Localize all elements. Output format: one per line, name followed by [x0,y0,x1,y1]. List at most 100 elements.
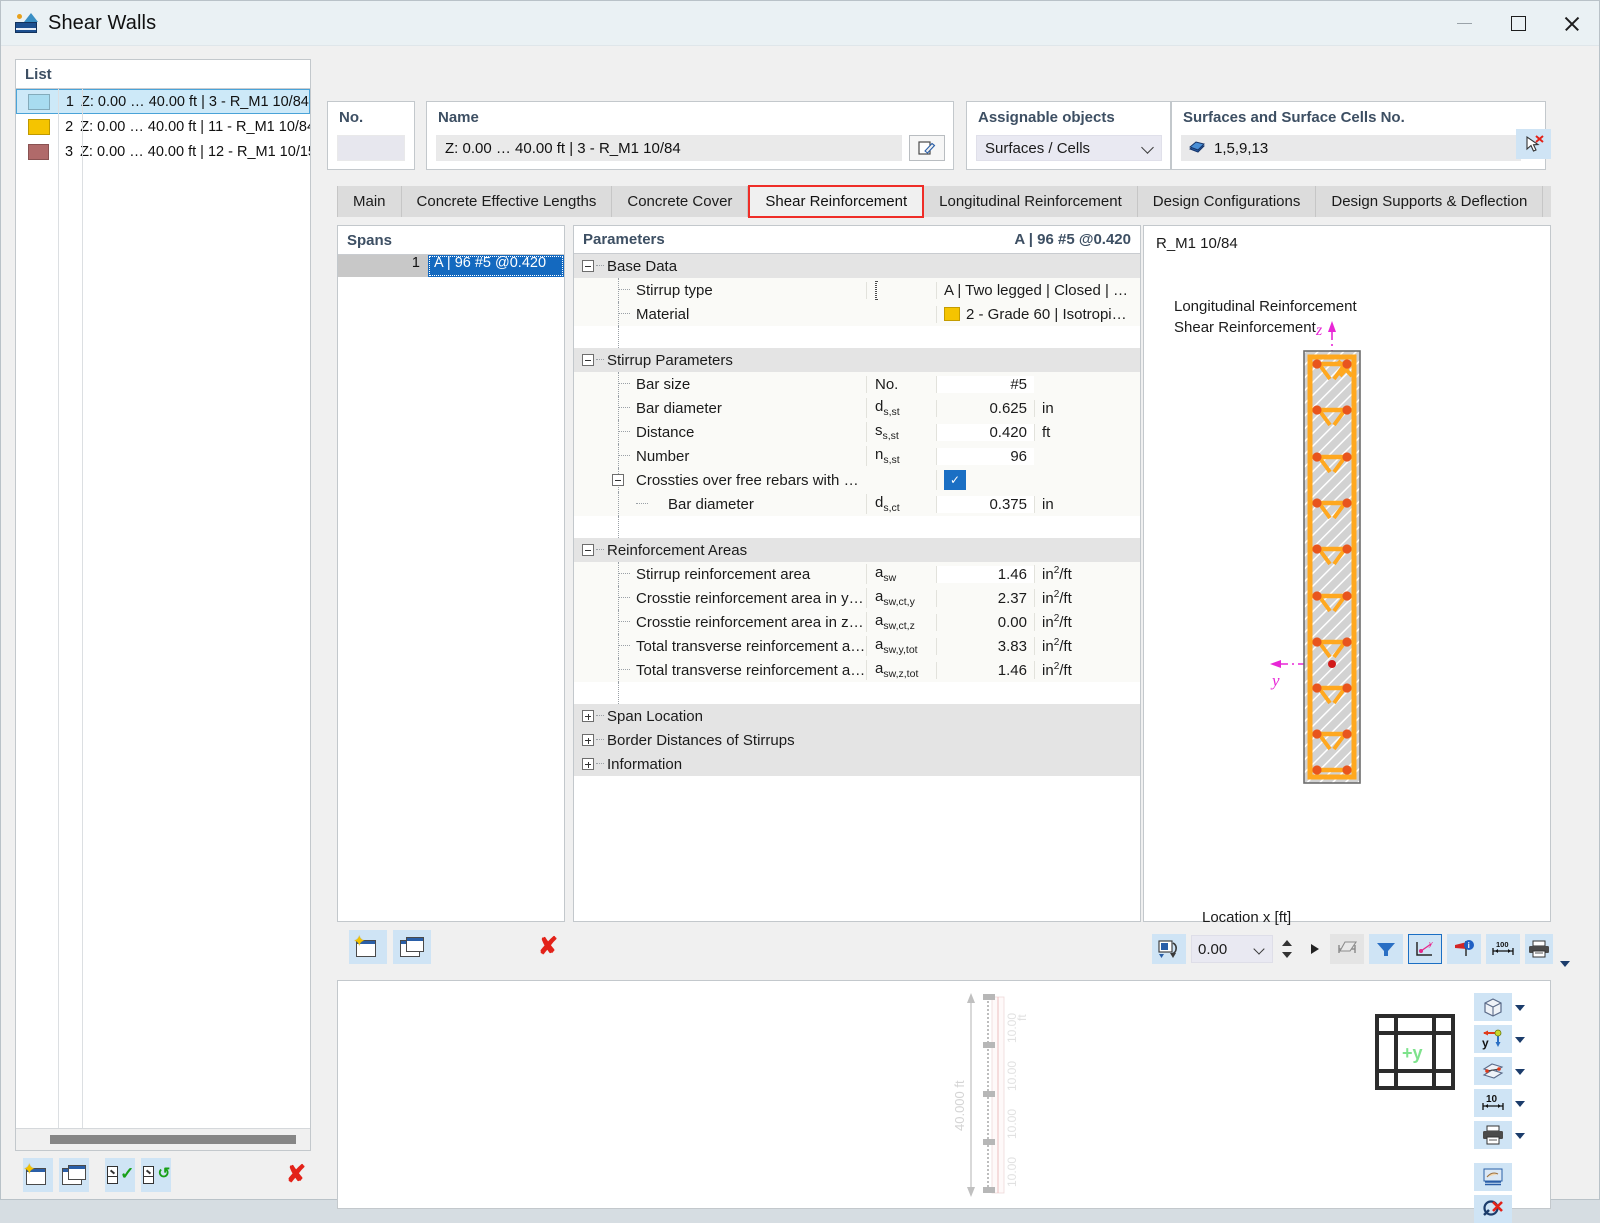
chevron-down-icon[interactable] [1512,1089,1528,1117]
list-horizontal-scrollbar[interactable] [16,1128,310,1150]
tab-longitudinal-reinforcement[interactable]: Longitudinal Reinforcement [924,186,1138,217]
expand-icon[interactable] [582,710,594,722]
group-information[interactable]: Information [574,752,1140,776]
collapse-icon[interactable] [582,354,594,366]
axes-view-tool[interactable]: y [1474,1025,1544,1053]
param-row-crosstie-bar-diameter[interactable]: Bar diameter ds,ct 0.375 in [574,492,1140,516]
isometric-view-tool[interactable] [1474,993,1544,1021]
list-item[interactable]: 2 Z: 0.00 … 40.00 ft | 11 - R_M1 10/84 [16,114,310,139]
scrollbar-thumb[interactable] [50,1135,296,1144]
assignable-objects-select[interactable]: Surfaces / Cells [976,135,1162,161]
param-row-stirrup-reinforcement-area[interactable]: Stirrup reinforcement area asw 1.46 in2/… [574,562,1140,586]
axes-view-icon[interactable]: y [1474,1025,1512,1053]
param-value[interactable]: 0.375 [936,495,1034,513]
stirrup-type-edit-cell[interactable] [875,280,877,300]
axis-system-button[interactable]: y [1408,934,1442,964]
param-row-material[interactable]: Material 2 - Grade 60 | Isotropi… [574,302,1140,326]
param-row-distance[interactable]: Distance ss,st 0.420 ft [574,420,1140,444]
print-icon[interactable] [1474,1121,1512,1149]
collapse-icon[interactable] [582,544,594,556]
param-row-crosstie-area-y[interactable]: Crosstie reinforcement area in y… asw,ct… [574,586,1140,610]
location-x-stepper[interactable] [1278,935,1304,963]
tab-shear-reinforcement[interactable]: Shear Reinforcement [748,185,925,218]
tab-design-configurations[interactable]: Design Configurations [1138,186,1317,217]
zoom-reset-tool[interactable] [1474,1195,1544,1223]
no-input[interactable] [337,135,405,161]
param-value[interactable]: #5 [936,375,1034,393]
group-reinforcement-areas[interactable]: Reinforcement Areas [574,538,1140,562]
delete-item-button[interactable]: ✘ [281,1158,311,1192]
crossties-checkbox[interactable]: ✓ [944,470,966,490]
group-span-location[interactable]: Span Location [574,704,1140,728]
view-orientation-cube[interactable]: +y [1374,1013,1456,1091]
group-border-distances[interactable]: Border Distances of Stirrups [574,728,1140,752]
expand-icon[interactable] [582,734,594,746]
refresh-items-button[interactable]: ↺ [141,1158,172,1192]
chevron-down-icon[interactable] [1253,943,1265,955]
list-item[interactable]: 3 Z: 0.00 … 40.00 ft | 12 - R_M1 10/15 [16,139,310,164]
location-x-input[interactable]: 0.00 [1191,935,1273,963]
param-value[interactable]: 0.420 [936,423,1034,441]
clear-surfaces-button[interactable] [1516,129,1551,159]
refresh-view-button[interactable] [1152,934,1186,964]
tab-design-supports-deflection[interactable]: Design Supports & Deflection [1316,186,1544,217]
maximize-button[interactable] [1491,1,1545,46]
render-mode-icon[interactable] [1474,1163,1512,1191]
surfaces-input[interactable]: 1,5,9,13 [1181,135,1521,161]
tab-concrete-effective-lengths[interactable]: Concrete Effective Lengths [402,186,613,217]
param-unit: in [1034,495,1094,513]
edit-name-button[interactable] [909,135,945,161]
chevron-down-icon[interactable] [1512,993,1528,1021]
param-row-total-transverse-y[interactable]: Total transverse reinforcement a… asw,y,… [574,634,1140,658]
check-items-button[interactable]: ✓ [105,1158,136,1192]
name-input[interactable]: Z: 0.00 … 40.00 ft | 3 - R_M1 10/84 [436,135,902,161]
chevron-down-icon[interactable] [1512,1121,1528,1149]
span-value[interactable]: A | 96 #5 @0.420 [428,255,564,277]
color-swatch [28,93,50,110]
dimension-tool-button[interactable] [1330,934,1364,964]
param-symbol: asw,ct,z [866,612,936,632]
info-marker-button[interactable]: i [1447,934,1481,964]
expand-icon[interactable] [582,758,594,770]
model-viewport[interactable]: 40.000 ft 10.00 10.00 10.00 10.00 ft +y … [337,980,1551,1223]
close-button[interactable] [1545,1,1599,46]
group-stirrup-parameters[interactable]: Stirrup Parameters [574,348,1140,372]
print-tool[interactable] [1474,1121,1544,1149]
zoom-reset-icon[interactable] [1474,1195,1512,1223]
scale-10-icon[interactable]: 10 [1474,1089,1512,1117]
group-base-data[interactable]: Base Data [574,254,1140,278]
tab-concrete-cover[interactable]: Concrete Cover [612,186,749,217]
copy-item-button[interactable] [58,1158,89,1192]
minimize-button[interactable] [1437,1,1491,46]
isometric-view-icon[interactable] [1474,993,1512,1021]
render-mode-tool[interactable] [1474,1163,1544,1191]
list-item[interactable]: 1 Z: 0.00 … 40.00 ft | 3 - R_M1 10/84 [16,89,310,114]
param-row-bar-size[interactable]: Bar size No. #5 [574,372,1140,396]
new-item-button[interactable]: ✦ [23,1158,53,1192]
param-value[interactable]: 96 [936,447,1034,465]
filter-button[interactable] [1369,934,1403,964]
plane-view-tool[interactable] [1474,1057,1544,1085]
param-row-total-transverse-z[interactable]: Total transverse reinforcement a… asw,z,… [574,658,1140,682]
new-span-button[interactable]: ✦ [349,930,387,964]
title-bar: Shear Walls [1,1,1599,46]
param-row-number[interactable]: Number ns,st 96 [574,444,1140,468]
chevron-down-icon[interactable] [1512,1025,1528,1053]
param-row-bar-diameter[interactable]: Bar diameter ds,st 0.625 in [574,396,1140,420]
plane-view-icon[interactable] [1474,1057,1512,1085]
param-value[interactable]: ✓ [936,470,1034,490]
scale-tool[interactable]: 10 [1474,1089,1544,1117]
chevron-down-icon[interactable] [1512,1057,1528,1085]
spans-row[interactable]: 1 A | 96 #5 @0.420 [338,255,564,277]
scale-100-button[interactable]: 100 [1486,934,1520,964]
delete-span-button[interactable]: ✘ [529,930,567,964]
param-row-stirrup-type[interactable]: Stirrup type A | Two legged | Closed | … [574,278,1140,302]
param-row-crossties[interactable]: Crossties over free rebars with a… ✓ [574,468,1140,492]
collapse-icon[interactable] [582,260,594,272]
tab-main[interactable]: Main [337,186,402,217]
location-x-next-button[interactable] [1309,935,1325,963]
param-row-crosstie-area-z[interactable]: Crosstie reinforcement area in z… asw,ct… [574,610,1140,634]
collapse-icon[interactable] [612,474,624,486]
copy-span-button[interactable] [393,930,431,964]
print-button[interactable] [1525,934,1553,964]
